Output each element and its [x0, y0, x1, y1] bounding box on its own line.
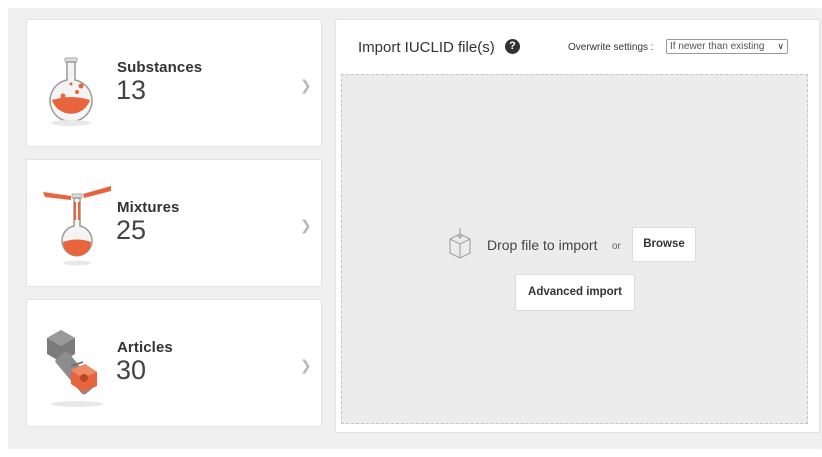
chevron-right-icon: ❯: [300, 217, 312, 233]
overwrite-settings-value: If newer than existing: [670, 41, 765, 52]
or-text: or: [612, 241, 621, 252]
dashboard-frame: Substances 13 ❯ Mixtures 25 ❯ Articles 3…: [8, 8, 822, 449]
card-title: Substances: [117, 59, 203, 76]
card-title: Mixtures: [117, 199, 180, 216]
card-substances[interactable]: Substances 13 ❯: [26, 19, 322, 147]
browse-button[interactable]: Browse: [632, 227, 696, 262]
chevron-right-icon: ❯: [300, 77, 312, 93]
file-drop-zone[interactable]: Drop file to import or Browse Advanced i…: [341, 74, 808, 424]
advanced-import-button[interactable]: Advanced import: [515, 274, 635, 311]
card-count: 13: [116, 75, 147, 105]
card-title: Articles: [117, 339, 173, 356]
overwrite-settings-select[interactable]: If newer than existing ∨: [666, 39, 788, 54]
card-count: 30: [116, 355, 147, 385]
bolt-nut-icon: [47, 330, 103, 407]
chevron-right-icon: ❯: [300, 357, 312, 373]
import-panel: Import IUCLID file(s) ? Overwrite settin…: [335, 19, 820, 433]
card-mixtures[interactable]: Mixtures 25 ❯: [26, 159, 322, 287]
overwrite-settings-label: Overwrite settings :: [568, 42, 654, 53]
chevron-down-icon: ∨: [777, 41, 784, 51]
help-icon[interactable]: ?: [505, 39, 520, 54]
file-upload-icon: [449, 228, 471, 259]
mixing-flasks-icon: [43, 186, 111, 266]
drop-file-text: Drop file to import: [487, 237, 598, 253]
panel-title: Import IUCLID file(s): [358, 39, 495, 56]
flask-icon: [49, 57, 93, 126]
card-count: 25: [116, 215, 147, 245]
card-articles[interactable]: Articles 30 ❯: [26, 299, 322, 427]
